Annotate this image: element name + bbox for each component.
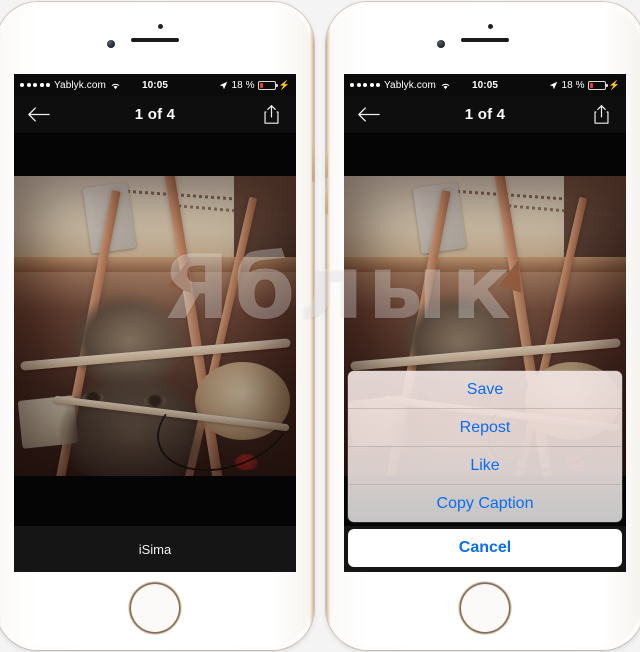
device-screen-right: Yablyk.com 10:05 18 % ⚡ 1 of 4 Save Repo…: [344, 74, 626, 572]
battery-percent-label: 18 %: [231, 79, 255, 91]
status-bar-clock: 10:05: [141, 79, 169, 91]
action-sheet-item-copy-caption[interactable]: Copy Caption: [348, 485, 622, 522]
proximity-sensor-icon: [488, 24, 493, 29]
proximity-sensor-icon: [158, 24, 163, 29]
status-bar-clock: 10:05: [471, 79, 499, 91]
action-sheet: Save Repost Like Copy Caption Cancel: [344, 371, 626, 572]
navigation-bar: 1 of 4: [344, 96, 626, 134]
front-camera-icon: [437, 40, 445, 48]
action-sheet-item-like[interactable]: Like: [348, 447, 622, 485]
location-arrow-icon: [549, 81, 558, 90]
screenshot-stage: Yablyk.com 10:05 18 % ⚡ 1 of 4 iSima Yab…: [0, 0, 640, 652]
location-arrow-icon: [219, 81, 228, 90]
wifi-icon: [440, 81, 451, 90]
status-bar-right: 18 % ⚡: [219, 80, 290, 91]
signal-strength-icon: [20, 83, 50, 87]
earpiece-speaker: [131, 38, 179, 42]
page-title: 1 of 4: [134, 106, 176, 123]
status-bar-left: Yablyk.com: [20, 80, 121, 91]
status-bar-right: 18 % ⚡: [549, 80, 620, 91]
battery-percent-label: 18 %: [561, 79, 585, 91]
status-bar: Yablyk.com 10:05 18 % ⚡: [14, 74, 296, 96]
front-camera-icon: [107, 40, 115, 48]
letterbox-top: [344, 134, 626, 176]
volume-down-button[interactable]: [325, 188, 328, 214]
power-button[interactable]: [312, 142, 315, 182]
volume-up-button[interactable]: [325, 152, 328, 178]
navigation-bar: 1 of 4: [14, 96, 296, 134]
earpiece-speaker: [461, 38, 509, 42]
photo-viewer[interactable]: iSima: [14, 134, 296, 572]
iphone-device-left: Yablyk.com 10:05 18 % ⚡ 1 of 4 iSima: [0, 2, 315, 650]
photo-caption: iSima: [14, 526, 296, 572]
back-arrow-icon[interactable]: [24, 100, 54, 130]
letterbox-bottom: [14, 476, 296, 526]
action-sheet-options: Save Repost Like Copy Caption: [348, 371, 622, 522]
action-sheet-item-save[interactable]: Save: [348, 371, 622, 409]
lightning-bolt-icon: ⚡: [278, 79, 290, 90]
home-button[interactable]: [461, 584, 509, 632]
action-sheet-item-repost[interactable]: Repost: [348, 409, 622, 447]
signal-strength-icon: [350, 83, 380, 87]
home-button[interactable]: [131, 584, 179, 632]
photo-viewer[interactable]: iSima Save Repost Like Copy Caption Canc…: [344, 134, 626, 572]
wifi-icon: [110, 81, 121, 90]
photo-image[interactable]: [14, 176, 296, 476]
back-arrow-icon[interactable]: [354, 100, 384, 130]
share-icon[interactable]: [256, 100, 286, 130]
cancel-button[interactable]: Cancel: [348, 529, 622, 567]
device-screen-left: Yablyk.com 10:05 18 % ⚡ 1 of 4 iSima: [14, 74, 296, 572]
carrier-label: Yablyk.com: [384, 79, 436, 91]
status-bar: Yablyk.com 10:05 18 % ⚡: [344, 74, 626, 96]
page-title: 1 of 4: [464, 106, 506, 123]
iphone-device-right: Yablyk.com 10:05 18 % ⚡ 1 of 4 Save Repo…: [325, 2, 640, 650]
battery-icon: [587, 80, 608, 90]
battery-icon: [257, 80, 278, 90]
status-bar-left: Yablyk.com: [350, 80, 451, 91]
share-icon[interactable]: [586, 100, 616, 130]
lightning-bolt-icon: ⚡: [608, 79, 620, 90]
letterbox-top: [14, 134, 296, 176]
carrier-label: Yablyk.com: [54, 79, 106, 91]
